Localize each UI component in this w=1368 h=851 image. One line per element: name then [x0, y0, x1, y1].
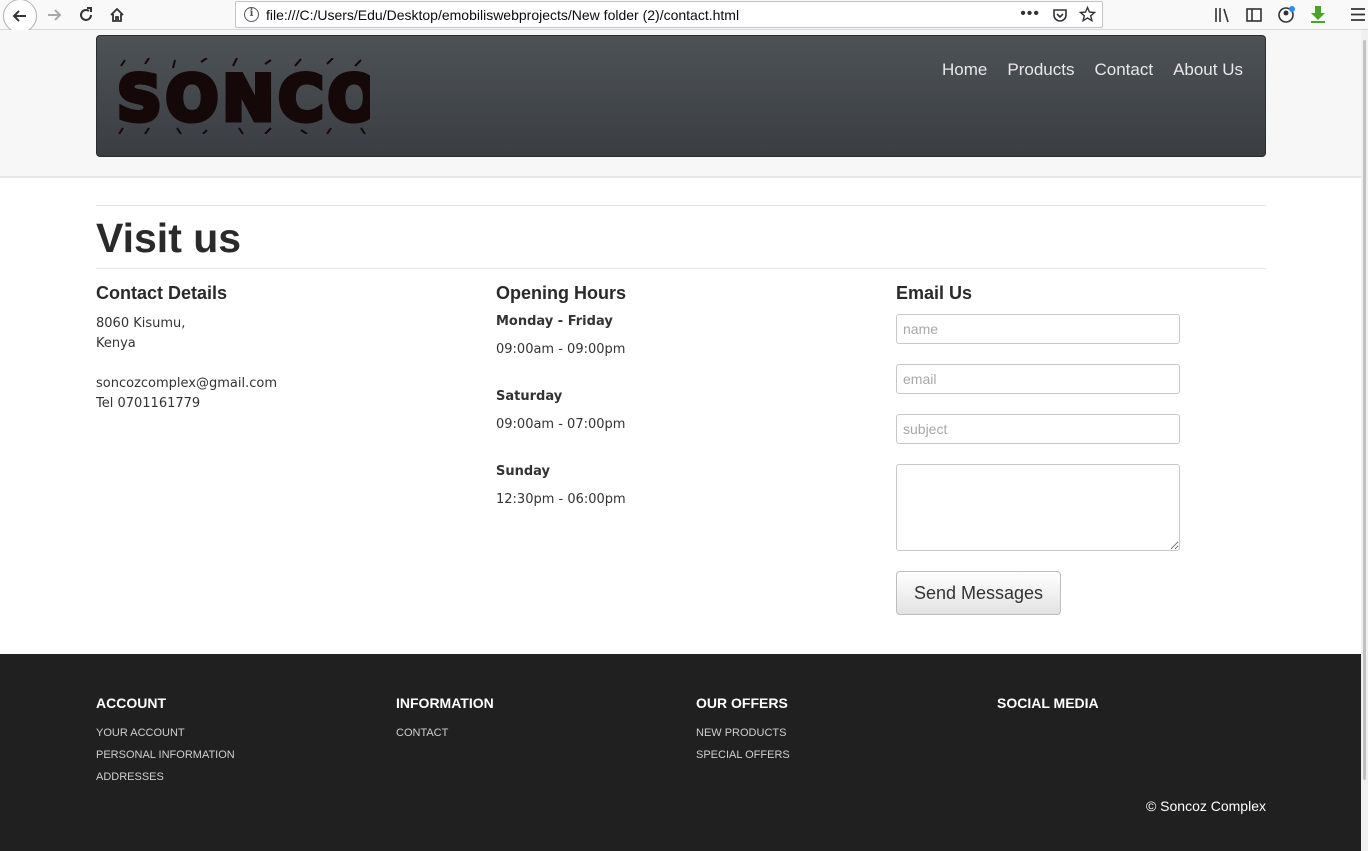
page: SONCOZ Home Products Contact About Us Vi…: [0, 30, 1361, 851]
footer-offers-heading: OUR OFFERS: [696, 695, 788, 711]
hours-day: Sunday: [496, 464, 551, 479]
hours-item: Sunday 12:30pm - 06:00pm: [496, 464, 626, 507]
contact-email: soncozcomplex@gmail.com: [96, 376, 277, 391]
hours-item: Monday - Friday 09:00am - 09:00pm: [496, 314, 626, 357]
home-icon: [110, 7, 124, 22]
navbar: SONCOZ Home Products Contact About Us: [96, 35, 1266, 157]
footer-offers: OUR OFFERS NEW PRODUCTS SPECIAL OFFERS: [696, 695, 790, 771]
footer-account-heading: ACCOUNT: [96, 695, 166, 711]
footer-social: SOCIAL MEDIA: [997, 695, 1099, 727]
opening-hours-heading: Opening Hours: [496, 283, 626, 303]
main-content: Visit us Contact Details 8060 Kisumu, Ke…: [96, 205, 1266, 615]
email-input[interactable]: [896, 364, 1180, 394]
footer-link-new-products[interactable]: NEW PRODUCTS: [696, 727, 790, 739]
footer-link-personal-information[interactable]: PERSONAL INFORMATION: [96, 749, 235, 761]
hours-item: Saturday 09:00am - 07:00pm: [496, 389, 626, 432]
footer: ACCOUNT YOUR ACCOUNT PERSONAL INFORMATIO…: [0, 654, 1361, 851]
library-icon[interactable]: [1213, 6, 1231, 24]
nav-products[interactable]: Products: [1007, 60, 1074, 80]
reload-icon: [80, 7, 92, 21]
brand-logo[interactable]: SONCOZ: [115, 58, 370, 134]
star-icon[interactable]: [1079, 6, 1096, 23]
browser-toolbar: i file:///C:/Users/Edu/Desktop/emobilisw…: [0, 0, 1368, 33]
arrow-left-icon: [12, 10, 26, 22]
hours-day: Monday - Friday: [496, 314, 613, 329]
copyright: © Soncoz Complex: [1145, 798, 1266, 814]
main-nav: Home Products Contact About Us: [942, 60, 1243, 80]
hours-day: Saturday: [496, 389, 563, 404]
nav-home[interactable]: Home: [942, 60, 987, 80]
message-textarea[interactable]: [896, 464, 1180, 551]
subject-input[interactable]: [896, 414, 1180, 444]
footer-information-heading: INFORMATION: [396, 695, 494, 711]
reload-button[interactable]: [72, 2, 100, 28]
info-icon[interactable]: i: [244, 7, 259, 22]
email-us-heading: Email Us: [896, 283, 973, 303]
sidebar-icon[interactable]: [1245, 6, 1263, 24]
home-button[interactable]: [103, 2, 131, 28]
contact-details-heading: Contact Details: [96, 283, 228, 303]
opening-hours-section: Opening Hours Monday - Friday 09:00am - …: [496, 283, 626, 539]
forward-button[interactable]: [40, 2, 68, 28]
header: SONCOZ Home Products Contact About Us: [0, 30, 1361, 178]
footer-information: INFORMATION CONTACT: [396, 695, 494, 749]
contact-phone: Tel 0701161779: [96, 396, 201, 411]
arrow-right-icon: [48, 9, 62, 21]
footer-social-heading: SOCIAL MEDIA: [997, 695, 1099, 711]
address-bar[interactable]: i file:///C:/Users/Edu/Desktop/emobilisw…: [235, 1, 1103, 28]
nav-contact[interactable]: Contact: [1094, 60, 1153, 80]
menu-icon[interactable]: [1350, 7, 1366, 22]
hours-time: 09:00am - 07:00pm: [496, 417, 626, 432]
hours-time: 09:00am - 09:00pm: [496, 342, 626, 357]
back-button[interactable]: [3, 0, 37, 33]
address-line2: Kenya: [96, 336, 136, 351]
pocket-icon[interactable]: [1052, 7, 1068, 23]
account-icon[interactable]: [1277, 5, 1296, 24]
divider: [96, 268, 1266, 269]
page-title: Visit us: [96, 215, 242, 261]
address-line1: 8060 Kisumu,: [96, 316, 186, 331]
email-us-section: Email Us Send Messages: [896, 283, 1180, 615]
footer-link-your-account[interactable]: YOUR ACCOUNT: [96, 727, 235, 739]
footer-link-addresses[interactable]: ADDRESSES: [96, 771, 235, 783]
url-text[interactable]: file:///C:/Users/Edu/Desktop/emobilisweb…: [266, 7, 739, 23]
send-messages-button[interactable]: Send Messages: [896, 571, 1061, 615]
footer-link-contact[interactable]: CONTACT: [396, 727, 494, 739]
scrollbar-thumb[interactable]: [1363, 40, 1366, 780]
svg-text:SONCOZ: SONCOZ: [117, 62, 370, 134]
more-icon[interactable]: •••: [1020, 5, 1040, 23]
footer-link-special-offers[interactable]: SPECIAL OFFERS: [696, 749, 790, 761]
divider: [96, 205, 1266, 206]
hours-time: 12:30pm - 06:00pm: [496, 492, 626, 507]
contact-details-section: Contact Details 8060 Kisumu, Kenya sonco…: [96, 283, 277, 414]
download-icon[interactable]: [1309, 5, 1327, 24]
name-input[interactable]: [896, 314, 1180, 344]
footer-account: ACCOUNT YOUR ACCOUNT PERSONAL INFORMATIO…: [96, 695, 235, 793]
nav-about-us[interactable]: About Us: [1173, 60, 1243, 80]
